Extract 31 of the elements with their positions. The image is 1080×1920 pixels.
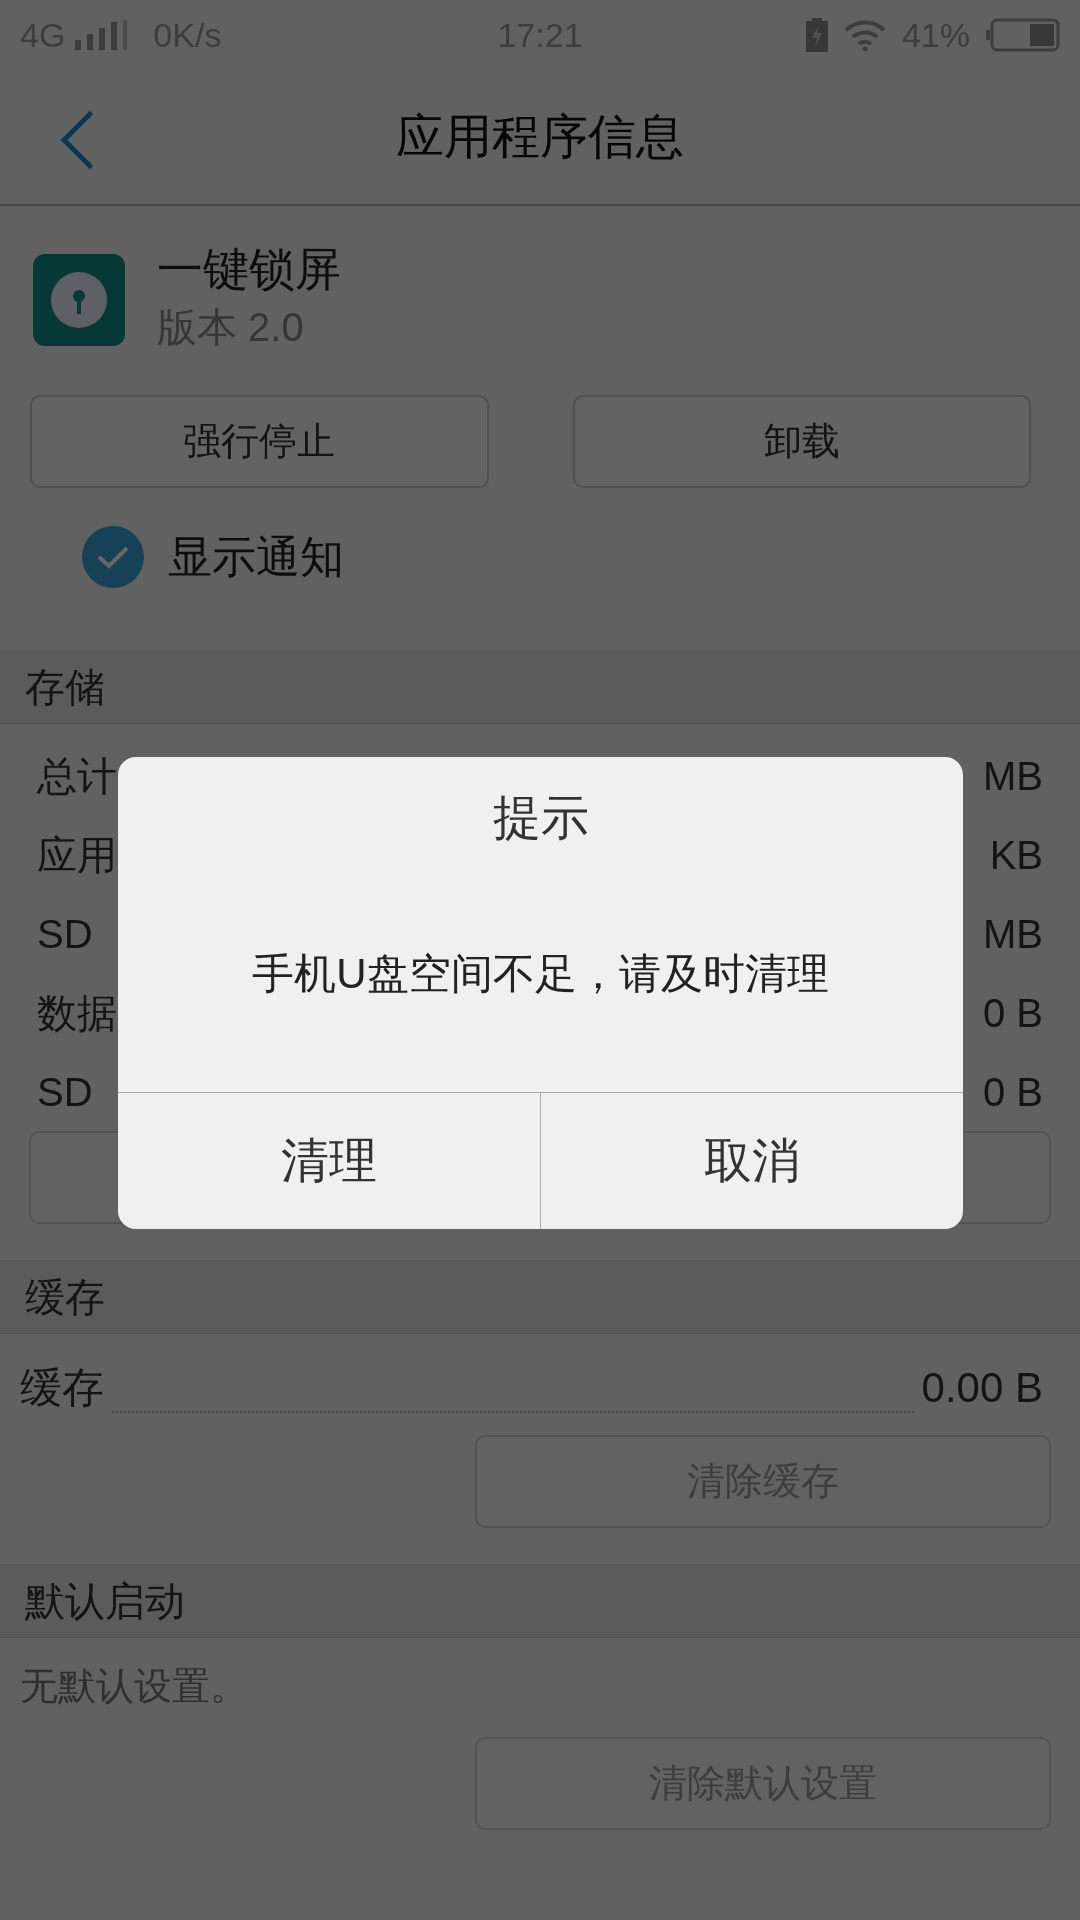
signal-icon	[73, 20, 130, 50]
row-value: MB	[983, 910, 1043, 958]
battery-icon	[986, 18, 1060, 52]
row-value: MB	[983, 752, 1043, 800]
dialog-message: 手机U盘空间不足，请及时清理	[252, 948, 829, 999]
section-header: 缓存	[25, 1273, 105, 1321]
row-value: 0.00 B	[921, 1363, 1043, 1414]
dialog-title: 提示	[492, 791, 589, 844]
page-title: 应用程序信息	[396, 109, 684, 165]
back-icon[interactable]	[58, 110, 94, 170]
charging-icon	[805, 18, 828, 52]
app-name: 一键锁屏	[157, 242, 341, 297]
row-label: 数据	[37, 989, 117, 1037]
row-label: 缓存	[20, 1363, 104, 1414]
row-value: KB	[989, 831, 1043, 879]
force-stop-button[interactable]: 强行停止	[30, 395, 489, 489]
wifi-icon	[843, 19, 886, 51]
row-label: 应用	[37, 831, 117, 879]
clean-button[interactable]: 清理	[118, 1092, 540, 1229]
uninstall-button[interactable]: 卸载	[572, 395, 1031, 489]
notification-label: 显示通知	[168, 531, 344, 584]
section-header: 存储	[25, 663, 105, 711]
row-label: 总计	[37, 752, 117, 800]
app-icon	[33, 253, 125, 346]
cancel-button[interactable]: 取消	[540, 1092, 963, 1229]
row-value: 0 B	[982, 989, 1043, 1037]
row-label: SD	[37, 1068, 93, 1116]
row-value: 0 B	[982, 1068, 1043, 1116]
row-label: SD	[37, 910, 93, 958]
section-header: 默认启动	[25, 1577, 185, 1625]
checkmark-icon	[96, 544, 130, 571]
